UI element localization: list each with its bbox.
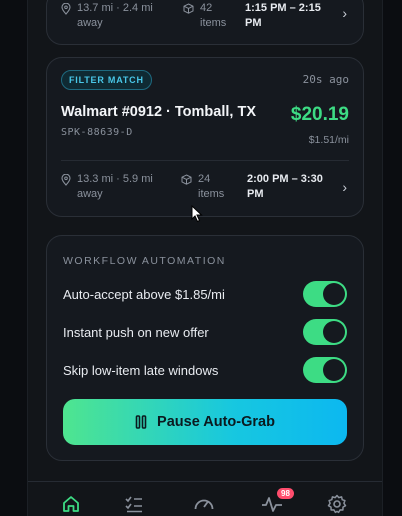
items-word: items [198, 188, 225, 200]
gauge-icon [194, 499, 214, 510]
notification-badge: 98 [277, 488, 294, 499]
toggle-knob [323, 283, 345, 305]
chevron-right-icon[interactable]: › [342, 179, 347, 195]
chevron-right-icon[interactable]: › [342, 5, 347, 21]
pause-icon [135, 415, 147, 429]
mouse-cursor-icon [191, 205, 203, 223]
items-count: 42 [200, 2, 213, 14]
card-divider [61, 160, 349, 161]
package-icon [181, 174, 192, 185]
items-count: 24 [198, 173, 211, 185]
toggle-label: Instant push on new offer [63, 324, 209, 340]
toggle-knob [323, 321, 345, 343]
time-window: 1:15 PM – 2:15 PM [245, 1, 321, 31]
location-pin-icon [61, 174, 71, 186]
items-word: items [200, 17, 227, 29]
items-info: 42 items [183, 1, 245, 31]
nav-tasks[interactable] [122, 492, 146, 516]
time-text-1: 1:15 PM – 2:15 [245, 2, 321, 14]
workflow-title: WORKFLOW AUTOMATION [63, 255, 226, 267]
time-text-2: PM [247, 188, 264, 200]
nav-speed[interactable] [192, 492, 216, 516]
toggle-knob [323, 359, 345, 381]
distance-text-1: 13.7 mi · 2.4 mi [77, 2, 153, 14]
nav-settings[interactable] [325, 492, 349, 516]
distance-info: 13.3 mi · 5.9 mi away [61, 172, 181, 202]
toggle-label: Skip low-item late windows [63, 362, 219, 378]
offer-card-previous[interactable]: 13.7 mi · 2.4 mi away 42 items 1:15 PM – 2… [46, 0, 364, 45]
time-text-2: PM [245, 17, 262, 29]
app-shell: 13.7 mi · 2.4 mi away 42 items 1:15 PM – 2… [27, 0, 383, 516]
offer-rate: $1.51/mi [308, 134, 349, 146]
checklist-icon [125, 496, 142, 513]
pause-auto-grab-button[interactable]: Pause Auto-Grab [63, 399, 347, 445]
toggle-row-skip-low-item: Skip low-item late windows [63, 356, 347, 384]
offer-age: 20s ago [302, 73, 349, 86]
nav-home[interactable] [59, 492, 83, 516]
distance-text-2: away [77, 17, 103, 29]
distance-info: 13.7 mi · 2.4 mi away [61, 1, 183, 31]
toggle-row-auto-accept: Auto-accept above $1.85/mi [63, 280, 347, 308]
distance-text-2: away [77, 188, 103, 200]
package-icon [183, 3, 194, 14]
offer-card[interactable]: FILTER MATCH 20s ago Walmart #0912 · Tom… [46, 57, 364, 217]
pause-button-label: Pause Auto-Grab [157, 414, 275, 430]
distance-text-1: 13.3 mi · 5.9 mi [77, 173, 153, 185]
time-text-1: 2:00 PM – 3:30 [247, 173, 323, 185]
workflow-automation-card: WORKFLOW AUTOMATION Auto-accept above $1… [46, 235, 364, 461]
skip-low-item-toggle[interactable] [303, 357, 347, 383]
auto-accept-toggle[interactable] [303, 281, 347, 307]
location-pin-icon [61, 3, 71, 15]
gear-icon [327, 494, 347, 514]
filter-match-badge: FILTER MATCH [61, 70, 152, 90]
offer-price: $20.19 [290, 104, 349, 125]
toggle-row-instant-push: Instant push on new offer [63, 318, 347, 346]
toggle-label: Auto-accept above $1.85/mi [63, 286, 225, 302]
home-icon [63, 496, 79, 512]
bottom-nav: 98 [28, 481, 382, 516]
offer-code: SPK-88639-D [61, 127, 133, 138]
instant-push-toggle[interactable] [303, 319, 347, 345]
time-window: 2:00 PM – 3:30 PM [247, 172, 323, 202]
items-info: 24 items [181, 172, 247, 202]
store-name: Walmart #0912 · Tomball, TX [61, 104, 256, 120]
